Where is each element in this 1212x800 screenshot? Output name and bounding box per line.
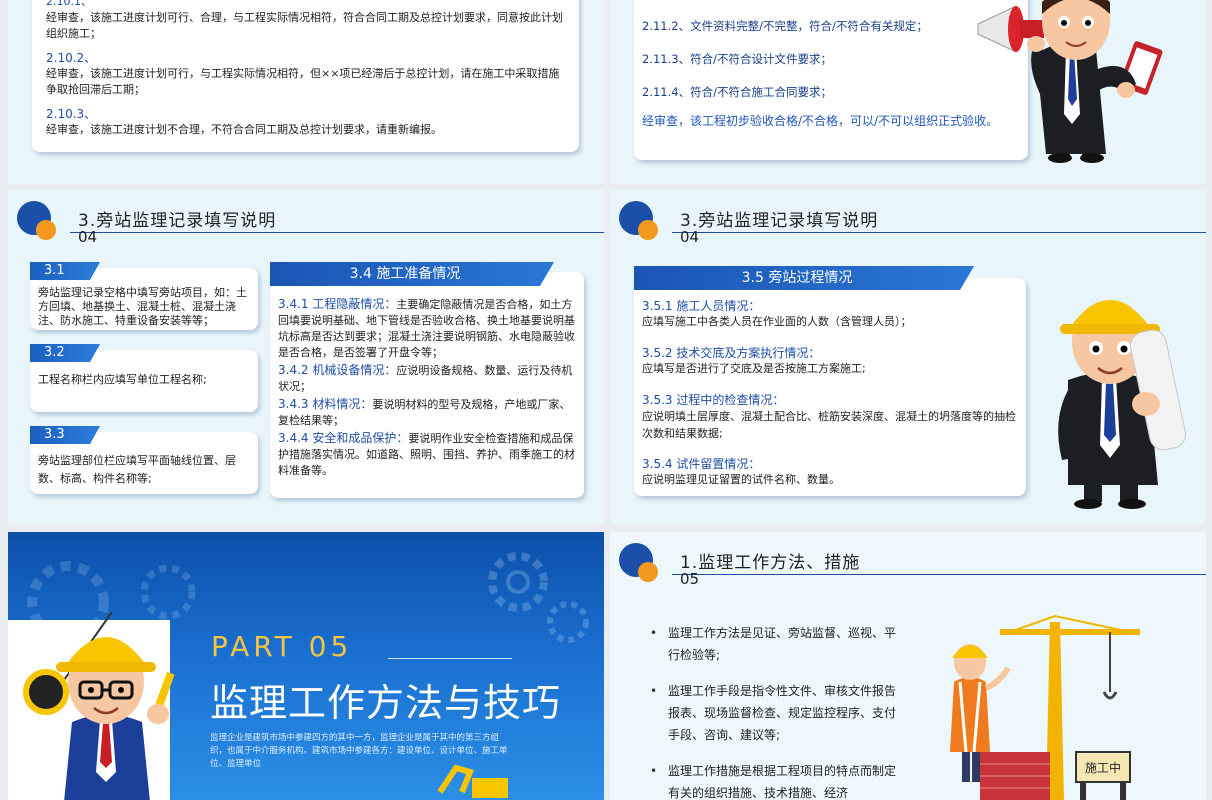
item2-text: 经审查，该施工进度计划可行，与工程实际情况相符，但××项已经滞后于总控计划，请在… (46, 67, 560, 96)
acceptance-card: 2.11.2、文件资料完整/不完整，符合/不符合有关规定； 2.11.3、符合/… (634, 0, 1028, 160)
tag-3-2: 3.2 (30, 344, 100, 362)
header-divider (70, 232, 604, 233)
part-title: 监理工作方法与技巧 (210, 681, 562, 725)
slide-supervision-process[interactable]: 3.旁站监理记录填写说明 04 3.5.1 施工人员情况： 应填写施工中各类人员… (610, 190, 1206, 524)
slide-supervision-methods[interactable]: 1.监理工作方法、措施 05 监理工作方法是见证、旁站监督、巡视、平行检验等; … (610, 532, 1206, 800)
prep-card: 3.4.1 工程隐蔽情况：主要确定隐蔽情况是否合格，如土方回填要说明基础、地下管… (270, 272, 584, 498)
header-circles-icon (619, 201, 658, 240)
slide-progress-review[interactable]: 2.10.1、 经审查，该施工进度计划可行、合理，与工程实际情况相符，符合合同工… (8, 0, 604, 184)
prep-3-4-4: 3.4.4 安全和成品保护：要说明作业安全检查措施和成品保护措施落实情况。如道路… (278, 430, 576, 479)
header-divider (672, 574, 1206, 575)
prep-3-4-3-head: 3.4.3 材料情况： (278, 397, 373, 411)
list-item: 监理工作方法是见证、旁站监督、巡视、平行检验等; (648, 622, 898, 666)
info-text-3-1: 旁站监理记录空格中填写旁站项目，如：土方回填、地基换土、混凝土桩、混凝土浇注、防… (38, 286, 247, 327)
header-circles-icon (619, 543, 658, 582)
item2-number: 2.10.2、 (46, 51, 97, 65)
gear-decoration-icon (488, 552, 589, 643)
slide-part-05-cover[interactable]: PART 05 监理工作方法与技巧 监理企业是建筑市场中参建四方的其中一方，监理… (8, 532, 604, 800)
engineer-blueprint-illustration (1058, 300, 1186, 509)
list-item: 监理工作手段是指令性文件、审核文件报告报表、现场监督检查、规定监控程序、支付手段… (648, 680, 898, 746)
band-3-5: 3.5 旁站过程情况 (634, 266, 974, 290)
part-label: PART 05 (211, 630, 353, 663)
sign-text: 施工中 (1085, 760, 1121, 775)
process-3-5-2-head: 3.5.2 技术交底及方案执行情况： (642, 346, 821, 360)
process-3-5-4-head: 3.5.4 试件留置情况： (642, 457, 761, 471)
process-3-5-4-body: 应说明监理见证留置的试件名称、数量。 (642, 473, 840, 486)
prep-3-4-4-head: 3.4.4 安全和成品保护： (278, 431, 409, 445)
section-number: 04 (680, 228, 700, 246)
construction-site-illustration: 施工中 (950, 615, 1140, 800)
section-number: 04 (78, 228, 98, 246)
tag-3-1: 3.1 (30, 262, 100, 280)
prep-3-4-2-head: 3.4.2 机械设备情况： (278, 363, 397, 377)
tag-3-3: 3.3 (30, 426, 100, 444)
info-text-3-2: 工程名称栏内应填写单位工程名称; (38, 373, 207, 386)
header-circles-icon (17, 201, 56, 240)
review-card: 2.10.1、 经审查，该施工进度计划可行、合理，与工程实际情况相符，符合合同工… (32, 0, 579, 152)
list-item: 监理工作措施是根据工程项目的特点而制定有关的组织措施、技术措施、经济 (648, 760, 898, 800)
acceptance-line-2-11-2: 2.11.2、文件资料完整/不完整，符合/不符合有关规定； (642, 19, 928, 33)
part-arrow-line (388, 658, 512, 659)
process-3-5-1-body: 应填写施工中各类人员在作业面的人数（含管理人员）； (642, 315, 912, 328)
acceptance-line-2-11-3: 2.11.3、符合/不符合设计文件要求； (642, 52, 832, 66)
slide-acceptance[interactable]: 2.11.2、文件资料完整/不完整，符合/不符合有关规定； 2.11.3、符合/… (610, 0, 1206, 184)
megaphone-man-illustration (977, 0, 1163, 163)
excavator-illustration (437, 764, 508, 798)
prep-3-4-2: 3.4.2 机械设备情况：应说明设备规格、数量、运行及待机状况； (278, 362, 576, 395)
section-number: 05 (680, 570, 700, 588)
item3-number: 2.10.3、 (46, 107, 97, 121)
glasses-man-illustration (23, 611, 175, 800)
section-title: 1.监理工作方法、措施 (680, 553, 861, 573)
acceptance-line-2-11-4: 2.11.4、符合/不符合施工合同要求； (642, 85, 832, 99)
process-3-5-2-body: 应填写是否进行了交底及是否按施工方案施工; (642, 362, 866, 375)
section-title: 3.旁站监理记录填写说明 (78, 211, 277, 231)
item1-text: 经审查，该施工进度计划可行、合理，与工程实际情况相符，符合合同工期及总控计划要求… (46, 11, 563, 40)
process-card: 3.5.1 施工人员情况： 应填写施工中各类人员在作业面的人数（含管理人员）； … (634, 278, 1026, 496)
item1-number: 2.10.1、 (46, 0, 92, 8)
methods-list: 监理工作方法是见证、旁站监督、巡视、平行检验等; 监理工作手段是指令性文件、审核… (648, 622, 898, 800)
prep-3-4-1-head: 3.4.1 工程隐蔽情况： (278, 297, 397, 311)
info-text-3-3: 旁站监理部位栏应填写平面轴线位置、层数、标高、构件名称等; (38, 454, 236, 485)
acceptance-conclusion: 经审查，该工程初步验收合格/不合格，可以/不可以组织正式验收。 (642, 114, 999, 128)
item3-text: 经审查，该施工进度计划不合理，不符合合同工期及总控计划要求，请重新编报。 (46, 123, 442, 136)
header-divider (672, 232, 1206, 233)
prep-3-4-1: 3.4.1 工程隐蔽情况：主要确定隐蔽情况是否合格，如土方回填要说明基础、地下管… (278, 296, 576, 361)
section-title: 3.旁站监理记录填写说明 (680, 211, 879, 231)
prep-3-4-3: 3.4.3 材料情况：要说明材料的型号及规格，产地或厂家、复检结果等； (278, 396, 576, 429)
band-3-4: 3.4 施工准备情况 (270, 262, 554, 286)
process-3-5-1-head: 3.5.1 施工人员情况： (642, 299, 761, 313)
process-3-5-3-head: 3.5.3 过程中的检查情况： (642, 393, 785, 407)
process-3-5-3-body: 应说明填土层厚度、混凝土配合比、桩筋安装深度、混凝土的坍落度等的抽检次数和结果数… (642, 410, 1016, 440)
slide-record-instructions[interactable]: 3.旁站监理记录填写说明 04 旁站监理记录空格中填写旁站项目，如：土方回填、地… (8, 190, 604, 524)
